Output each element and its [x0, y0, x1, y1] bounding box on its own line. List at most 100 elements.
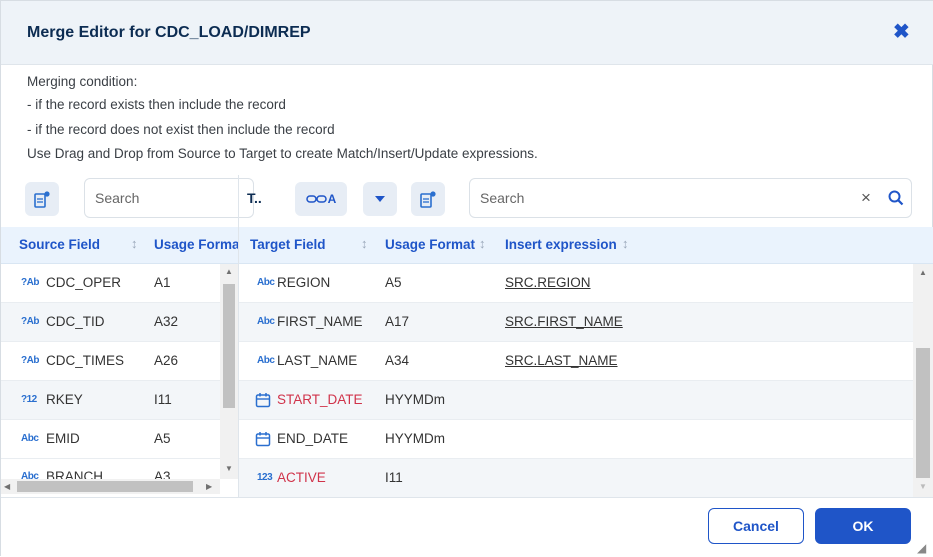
target-grid-header: Target Field ↕ Usage Format ↕ Insert exp… [239, 227, 933, 264]
table-row[interactable]: Abc FIRST_NAME A17 SRC.FIRST_NAME [239, 303, 913, 342]
table-row[interactable]: Abc EMID A5 [1, 420, 220, 459]
scroll-up-icon[interactable]: ▲ [225, 267, 233, 276]
merge-editor-dialog: Merge Editor for CDC_LOAD/DIMREP ✖ Mergi… [0, 0, 933, 557]
dialog-title: Merge Editor for CDC_LOAD/DIMREP [27, 24, 311, 41]
scrollbar-thumb[interactable] [916, 348, 930, 478]
target-field-name: LAST_NAME [277, 353, 358, 368]
table-row[interactable]: Abc LAST_NAME A34 SRC.LAST_NAME [239, 342, 913, 381]
source-field-name: CDC_TID [46, 314, 105, 329]
table-row[interactable]: ?Ab CDC_TIMES A26 [1, 342, 220, 381]
field-type-icon: ?Ab [21, 355, 39, 366]
scroll-down-icon[interactable]: ▼ [225, 464, 233, 473]
source-field-name: BRANCH [46, 469, 104, 479]
source-field-name: CDC_TIMES [46, 353, 125, 368]
insert-expression-header[interactable]: Insert expression [505, 237, 617, 252]
target-field-header[interactable]: Target Field [250, 237, 326, 252]
target-field-name: ACTIVE [277, 470, 326, 485]
source-field-header[interactable]: Source Field [19, 237, 100, 252]
target-usage-format-header[interactable]: Usage Format [385, 237, 475, 252]
target-field-name: REGION [277, 275, 331, 290]
source-vertical-scrollbar[interactable]: ▲ ▼ [220, 264, 238, 479]
insert-expression-link[interactable]: SRC.LAST_NAME [505, 353, 618, 368]
field-type-icon: Abc [257, 316, 275, 327]
merging-condition-line-2: - if the record does not exist then incl… [27, 122, 335, 137]
calendar-icon [255, 393, 271, 408]
insert-expression-link[interactable]: SRC.REGION [505, 275, 591, 290]
scrollbar-thumb[interactable] [17, 481, 193, 492]
source-usage-format: I11 [154, 392, 172, 407]
document-settings-icon [34, 191, 50, 208]
source-field-name: CDC_OPER [46, 275, 122, 290]
close-icon[interactable]: ✖ [893, 22, 910, 42]
source-usage-format: A1 [154, 275, 171, 290]
sort-icon[interactable]: ↕ [622, 236, 629, 251]
table-row[interactable]: START_DATE HYYMDm [239, 381, 913, 420]
target-dropdown-button[interactable] [363, 182, 397, 216]
merging-condition-heading: Merging condition: [27, 74, 138, 89]
field-type-icon: ?12 [21, 394, 37, 405]
insert-expression-link[interactable]: SRC.FIRST_NAME [505, 314, 623, 329]
ok-button[interactable]: OK [815, 508, 911, 544]
target-fields-settings-button[interactable] [411, 182, 445, 216]
target-usage-format: A5 [385, 275, 402, 290]
sort-icon[interactable]: ↕ [479, 236, 486, 251]
document-settings-icon [420, 191, 436, 208]
link-icon [305, 195, 327, 203]
dialog-titlebar: Merge Editor for CDC_LOAD/DIMREP ✖ [1, 1, 933, 65]
table-row[interactable]: Abc BRANCH A3 [1, 459, 220, 479]
target-search-field[interactable]: × [469, 178, 912, 218]
target-field-display-toggle[interactable]: A [295, 182, 347, 216]
source-field-name: RKEY [46, 392, 83, 407]
clear-search-icon[interactable]: × [861, 188, 871, 208]
source-field-name: EMID [46, 431, 80, 446]
target-usage-format: HYYMDm [385, 392, 445, 407]
source-fields-settings-button[interactable] [25, 182, 59, 216]
calendar-icon [255, 432, 271, 447]
field-type-icon: Abc [257, 277, 275, 288]
merging-condition-line-1: - if the record exists then include the … [27, 97, 286, 112]
target-type-label[interactable]: T.. [247, 190, 262, 206]
target-vertical-scrollbar[interactable]: ▲ ▼ [913, 264, 933, 497]
field-type-icon: ?Ab [21, 277, 39, 288]
scroll-down-icon[interactable]: ▼ [919, 482, 927, 491]
source-usage-format: A32 [154, 314, 179, 329]
caret-down-icon [375, 196, 385, 202]
target-field-name: FIRST_NAME [277, 314, 363, 329]
source-usage-format: A3 [154, 469, 171, 479]
usage-format-header[interactable]: Usage Forma [154, 237, 240, 252]
table-row[interactable]: ?12 RKEY I11 [1, 381, 220, 420]
scrollbar-thumb[interactable] [223, 284, 235, 408]
scroll-up-icon[interactable]: ▲ [919, 268, 927, 277]
target-usage-format: I11 [385, 470, 403, 485]
field-type-icon: Abc [21, 433, 39, 444]
source-search-field[interactable] [84, 178, 254, 218]
cancel-button[interactable]: Cancel [708, 508, 804, 544]
source-horizontal-scrollbar[interactable]: ◀ ▶ [1, 479, 220, 494]
target-usage-format: A17 [385, 314, 410, 329]
target-field-name: START_DATE [277, 392, 363, 407]
source-usage-format: A26 [154, 353, 179, 368]
sort-icon[interactable]: ↕ [361, 236, 368, 251]
resize-grip-icon[interactable]: ◢ [917, 541, 926, 555]
scroll-left-icon[interactable]: ◀ [4, 482, 10, 491]
toggle-label: A [327, 192, 337, 206]
target-usage-format: HYYMDm [385, 431, 445, 446]
sort-icon[interactable]: ↕ [131, 236, 138, 251]
table-row[interactable]: ?Ab CDC_OPER A1 [1, 264, 220, 303]
target-field-name: END_DATE [277, 431, 349, 446]
scroll-right-icon[interactable]: ▶ [206, 482, 212, 491]
target-search-input[interactable] [480, 179, 833, 217]
table-row[interactable]: 123 ACTIVE I11 [239, 459, 913, 497]
table-row[interactable]: END_DATE HYYMDm [239, 420, 913, 459]
table-row[interactable]: Abc REGION A5 SRC.REGION [239, 264, 913, 303]
source-grid-header: Source Field ↕ Usage Forma [1, 227, 240, 264]
source-usage-format: A5 [154, 431, 171, 446]
field-type-icon: Abc [21, 471, 39, 479]
field-type-icon: ?Ab [21, 316, 39, 327]
field-type-icon: 123 [257, 472, 273, 483]
table-row[interactable]: ?Ab CDC_TID A32 [1, 303, 220, 342]
search-icon[interactable] [888, 190, 904, 206]
field-type-icon: Abc [257, 355, 275, 366]
drag-drop-instruction: Use Drag and Drop from Source to Target … [27, 146, 538, 161]
source-search-input[interactable] [95, 179, 230, 217]
